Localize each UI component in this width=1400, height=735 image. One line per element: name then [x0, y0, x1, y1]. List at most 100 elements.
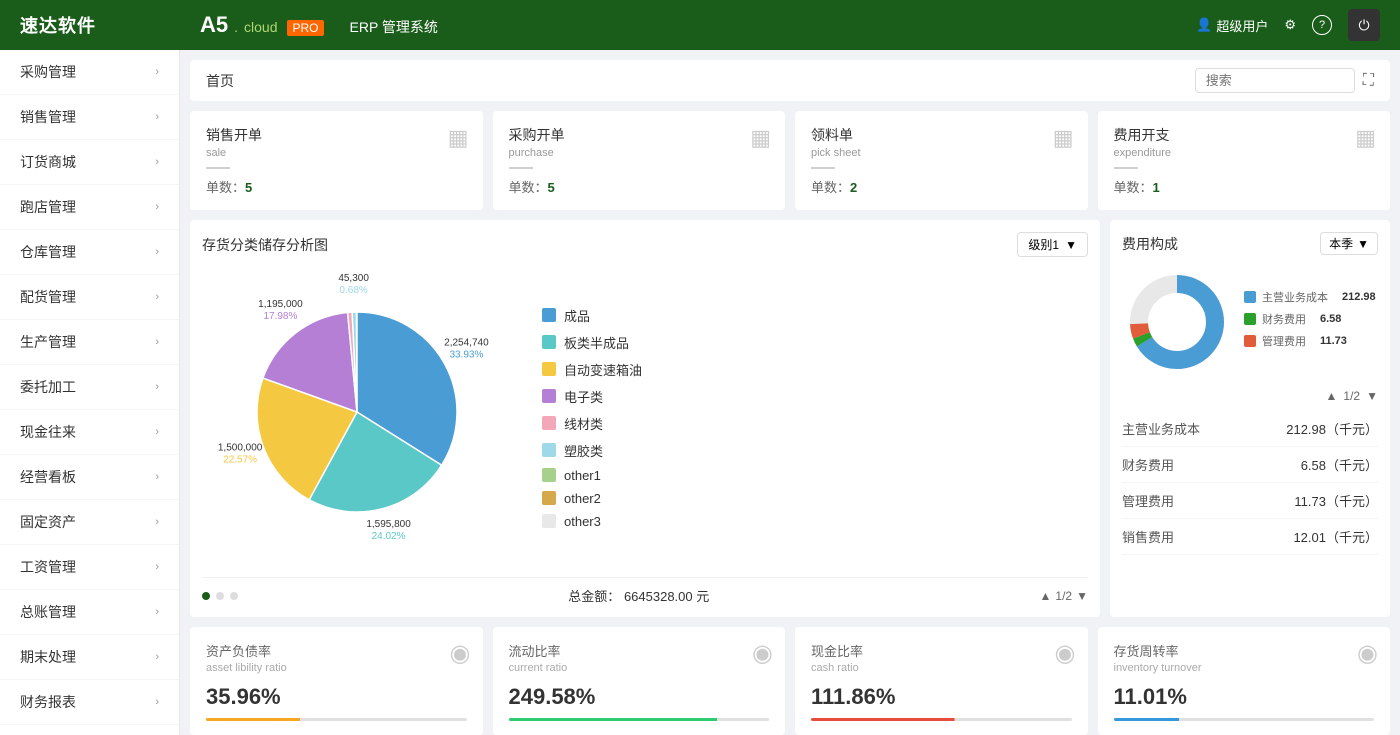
donut-legend-item: 财务费用 6.58	[1244, 311, 1376, 327]
sidebar-label: 期末处理	[20, 647, 76, 667]
total-amount: 总金额： 6645328.00 元	[568, 586, 709, 605]
donut-legend: 主营业务成本 212.98 财务费用 6.58 管理费用 11.73	[1244, 289, 1376, 355]
stat-card-sub: expenditure	[1114, 147, 1375, 159]
power-button[interactable]: ⏻	[1348, 9, 1380, 41]
next-icon[interactable]: ▼	[1076, 589, 1088, 603]
page-dot-2[interactable]	[216, 592, 224, 600]
sidebar-item-order-mall[interactable]: 订货商城›	[0, 140, 179, 185]
user-menu[interactable]: 👤 超级用户	[1196, 16, 1268, 35]
sidebar-item-period-end[interactable]: 期末处理 ›	[0, 635, 179, 680]
period-select[interactable]: 本季 ▼	[1320, 232, 1378, 255]
level-select[interactable]: 级别1 ▼	[1017, 232, 1088, 257]
legend-color	[542, 308, 556, 322]
chevron-right-icon: ›	[155, 561, 159, 573]
sidebar-item-distribution[interactable]: 配货管理 ›	[0, 275, 179, 320]
donut-legend-value: 6.58	[1320, 313, 1341, 325]
chart-title: 存货分类储存分析图	[202, 235, 328, 255]
chevron-right-icon: ›	[155, 291, 159, 303]
calculator-icon: ▦	[750, 125, 771, 151]
chart-body: 2,254,74033.93%1,595,80024.02%1,500,0002…	[202, 267, 1088, 567]
svg-text:22.57%: 22.57%	[223, 454, 257, 465]
chevron-right-icon: ›	[155, 651, 159, 663]
sidebar-item-sales[interactable]: 销售管理›	[0, 95, 179, 140]
breadcrumb-bar: 首页 ⛶	[190, 60, 1390, 101]
expense-rows: 主营业务成本 212.98（千元） 财务费用 6.58（千元） 管理费用 11.…	[1122, 411, 1378, 555]
donut-legend-label: 财务费用	[1262, 311, 1306, 327]
bottom-card-sub: current ratio	[509, 662, 770, 674]
help-icon[interactable]: ?	[1312, 15, 1332, 35]
stat-count: 单数：5	[206, 177, 467, 196]
svg-text:33.93%: 33.93%	[449, 350, 483, 361]
svg-text:1,595,800: 1,595,800	[366, 519, 411, 530]
sidebar-item-ledger[interactable]: 总账管理 ›	[0, 590, 179, 635]
sidebar-item-cash[interactable]: 现金往来›	[0, 410, 179, 455]
stat-card-title: 领料单	[811, 125, 1072, 145]
bottom-cards: 资产负债率 asset libility ratio ◉ 35.96% 流动比率…	[190, 627, 1390, 735]
legend-item: 线材类	[542, 414, 1088, 433]
legend-color	[542, 443, 556, 457]
sidebar-item-initialize[interactable]: 初始化›	[0, 725, 179, 735]
donut-svg	[1122, 267, 1232, 377]
expense-row: 主营业务成本 212.98（千元）	[1122, 411, 1378, 447]
expense-next[interactable]: ▼	[1366, 389, 1378, 403]
expense-row-label: 主营业务成本	[1122, 419, 1200, 438]
bottom-card-1[interactable]: 流动比率 current ratio ◉ 249.58%	[493, 627, 786, 735]
main-layout: 采购管理›销售管理›订货商城›跑店管理›仓库管理›配货管理›生产管理›委托加工›…	[0, 50, 1400, 735]
legend-color	[542, 468, 556, 482]
legend-item: 成品	[542, 306, 1088, 325]
search-input[interactable]	[1195, 68, 1355, 93]
bottom-card-title: 存货周转率	[1114, 641, 1375, 660]
stat-card-1[interactable]: 采购开单 purchase ▦ 单数：5	[493, 111, 786, 210]
stat-card-0[interactable]: 销售开单 sale ▦ 单数：5	[190, 111, 483, 210]
sidebar-item-outsource[interactable]: 委托加工›	[0, 365, 179, 410]
expand-icon[interactable]: ⛶	[1363, 72, 1374, 90]
calculator-icon: ▦	[1053, 125, 1074, 151]
expense-row-value: 212.98（千元）	[1286, 419, 1378, 438]
sidebar-item-dashboard[interactable]: 经营看板›	[0, 455, 179, 500]
sidebar-label: 固定资产	[20, 512, 76, 532]
settings-icon[interactable]: ⚙	[1284, 17, 1296, 33]
user-label: 超级用户	[1216, 16, 1268, 35]
sidebar-item-assets[interactable]: 固定资产 ›	[0, 500, 179, 545]
legend-item: 电子类	[542, 387, 1088, 406]
expense-row: 销售费用 12.01（千元）	[1122, 519, 1378, 555]
bottom-card-2[interactable]: 现金比率 cash ratio ◉ 111.86%	[795, 627, 1088, 735]
bottom-card-0[interactable]: 资产负债率 asset libility ratio ◉ 35.96%	[190, 627, 483, 735]
legend-item: other2	[542, 491, 1088, 506]
page-dot-1[interactable]	[202, 592, 210, 600]
expense-panel: 费用构成 本季 ▼	[1110, 220, 1390, 617]
chevron-right-icon: ›	[155, 246, 159, 258]
svg-text:2,254,740: 2,254,740	[444, 338, 489, 349]
page-dot-3[interactable]	[230, 592, 238, 600]
sidebar-label: 总账管理	[20, 602, 76, 622]
expense-row: 管理费用 11.73（千元）	[1122, 483, 1378, 519]
legend-color	[542, 514, 556, 528]
prev-icon[interactable]: ▲	[1040, 589, 1052, 603]
legend-color	[542, 416, 556, 430]
power-icon: ⏻	[1358, 17, 1369, 34]
legend-item: 板类半成品	[542, 333, 1088, 352]
legend-color	[542, 335, 556, 349]
total-value: 6645328.00 元	[624, 589, 709, 604]
sidebar-item-production[interactable]: 生产管理›	[0, 320, 179, 365]
bottom-card-value: 249.58%	[509, 684, 770, 710]
sidebar-item-salary[interactable]: 工资管理›	[0, 545, 179, 590]
stat-card-2[interactable]: 领料单 pick sheet ▦ 单数：2	[795, 111, 1088, 210]
sidebar-item-finance-report[interactable]: 财务报表›	[0, 680, 179, 725]
expense-row-value: 12.01（千元）	[1293, 527, 1378, 546]
expense-prev[interactable]: ▲	[1326, 389, 1338, 403]
expense-header: 费用构成 本季 ▼	[1122, 232, 1378, 255]
chevron-down-icon: ▼	[1357, 237, 1369, 251]
chevron-right-icon: ›	[155, 606, 159, 618]
sidebar-item-purchase[interactable]: 采购管理›	[0, 50, 179, 95]
bottom-card-sub: inventory turnover	[1114, 662, 1375, 674]
stat-card-3[interactable]: 费用开支 expenditure ▦ 单数：1	[1098, 111, 1391, 210]
sidebar-label: 销售管理	[20, 107, 76, 127]
sidebar-item-store[interactable]: 跑店管理›	[0, 185, 179, 230]
sidebar-label: 配货管理	[20, 287, 76, 307]
sidebar-item-warehouse[interactable]: 仓库管理›	[0, 230, 179, 275]
chevron-right-icon: ›	[155, 516, 159, 528]
bottom-card-icon: ◉	[1357, 639, 1378, 668]
expense-title: 费用构成	[1122, 234, 1178, 254]
bottom-card-3[interactable]: 存货周转率 inventory turnover ◉ 11.01%	[1098, 627, 1391, 735]
